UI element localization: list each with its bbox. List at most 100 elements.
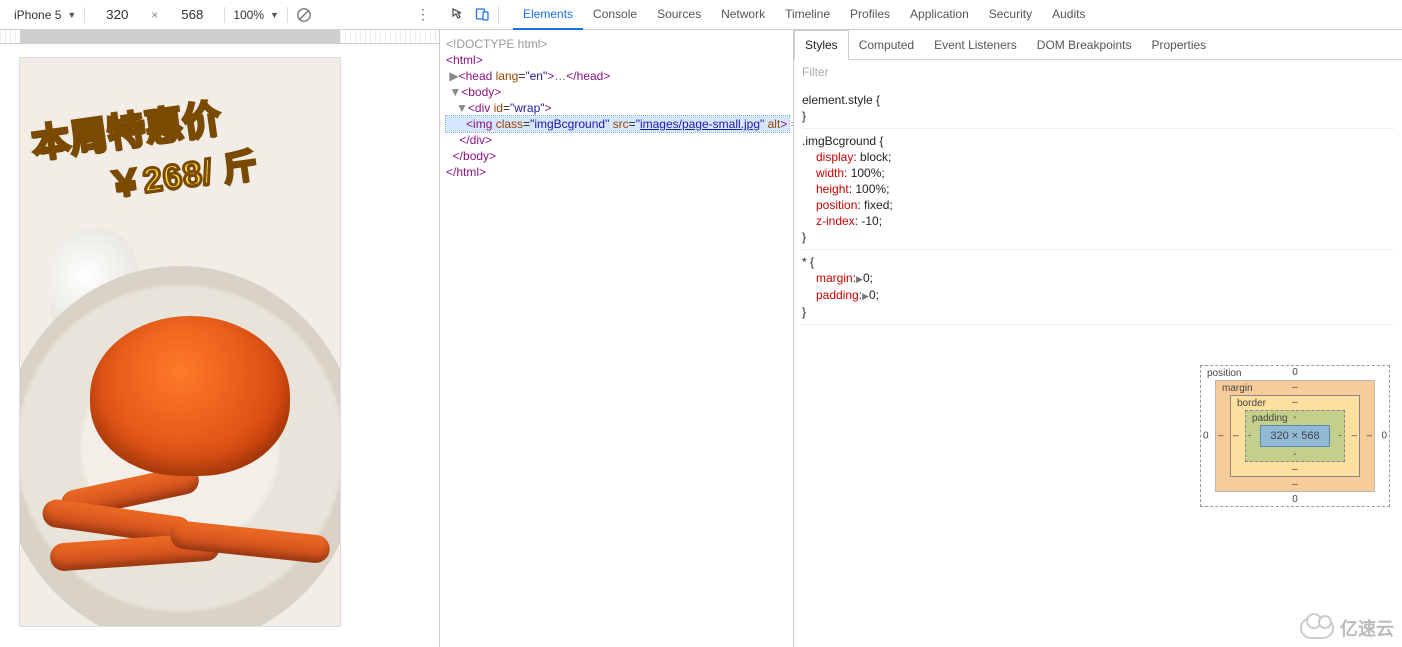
- tab-styles[interactable]: Styles: [794, 30, 849, 60]
- tab-dom-breakpoints[interactable]: DOM Breakpoints: [1027, 30, 1142, 59]
- tab-audits[interactable]: Audits: [1042, 0, 1095, 30]
- tab-elements[interactable]: Elements: [513, 0, 583, 30]
- rule-close: }: [802, 229, 1394, 245]
- dom-tree[interactable]: <!DOCTYPE html> <html> ▶<head lang="en">…: [440, 30, 794, 647]
- box-label: padding: [1252, 413, 1288, 424]
- styles-tabs: Styles Computed Event Listeners DOM Brea…: [794, 30, 1402, 60]
- width-input[interactable]: [93, 6, 141, 24]
- separator: [224, 7, 225, 23]
- dom-body-open[interactable]: ▼<body>: [446, 84, 789, 100]
- rule-imgbcground[interactable]: .imgBcground { display: block; width: 10…: [802, 129, 1394, 250]
- dom-body-close[interactable]: </body>: [446, 148, 789, 164]
- dom-doctype[interactable]: <!DOCTYPE html>: [446, 37, 547, 51]
- dimensions: ×: [87, 6, 222, 24]
- tab-computed[interactable]: Computed: [849, 30, 924, 59]
- box-value: –: [1218, 431, 1224, 442]
- devtools: Elements Console Sources Network Timelin…: [440, 0, 1402, 647]
- box-value: –: [1292, 464, 1298, 475]
- rule-close: }: [802, 108, 1394, 124]
- filter-input[interactable]: [794, 60, 1402, 84]
- box-label: position: [1207, 368, 1241, 379]
- rule-selector: element.style {: [802, 92, 1394, 108]
- box-value: 0: [1203, 431, 1209, 442]
- inspect-icon[interactable]: [446, 3, 470, 27]
- box-label: border: [1237, 398, 1266, 409]
- box-value: –: [1366, 431, 1372, 442]
- rule-selector: .imgBcground {: [802, 133, 1394, 149]
- css-prop[interactable]: height: 100%;: [802, 181, 1394, 197]
- box-value: -: [1293, 449, 1296, 460]
- box-value: -: [1339, 431, 1342, 442]
- dom-img-selected[interactable]: <img class="imgBcground" src="images/pag…: [446, 116, 789, 132]
- box-value: –: [1233, 431, 1239, 442]
- styles-filter: [794, 60, 1402, 84]
- styles-pane: Styles Computed Event Listeners DOM Brea…: [794, 30, 1402, 647]
- dom-div-close[interactable]: </div>: [446, 132, 789, 148]
- box-value: -: [1248, 431, 1251, 442]
- separator: [84, 7, 85, 23]
- dom-html-close[interactable]: </html>: [446, 164, 789, 180]
- height-input[interactable]: [168, 6, 216, 24]
- box-model[interactable]: position 0 0 0 0 margin – – – – border –: [1200, 365, 1390, 507]
- zoom-select[interactable]: 100% ▼: [227, 8, 285, 22]
- box-label: margin: [1222, 383, 1253, 394]
- crab-image: [90, 316, 290, 476]
- tab-console[interactable]: Console: [583, 0, 647, 30]
- rule-star[interactable]: * { margin:▶0; padding:▶0; }: [802, 250, 1394, 325]
- separator: [287, 7, 288, 23]
- device-frame[interactable]: 本周特惠价 ￥268/ 斤: [20, 58, 340, 626]
- tab-properties[interactable]: Properties: [1141, 30, 1216, 59]
- rotate-icon[interactable]: [290, 7, 318, 23]
- css-prop[interactable]: z-index: -10;: [802, 213, 1394, 229]
- device-select[interactable]: iPhone 5 ▼: [8, 8, 82, 22]
- css-prop[interactable]: padding:▶0;: [802, 287, 1394, 304]
- devtools-body: <!DOCTYPE html> <html> ▶<head lang="en">…: [440, 30, 1402, 647]
- box-value: 0: [1381, 431, 1387, 442]
- box-border: border – – – – padding - - - - 32: [1230, 395, 1360, 477]
- dom-wrap[interactable]: ▼<div id="wrap">: [446, 100, 789, 116]
- rule-close: }: [802, 304, 1394, 320]
- css-prop[interactable]: position: fixed;: [802, 197, 1394, 213]
- device-name: iPhone 5: [14, 8, 61, 22]
- tab-network[interactable]: Network: [711, 0, 775, 30]
- box-margin: margin – – – – border – – – – padding: [1215, 380, 1375, 492]
- devtools-toolbar: Elements Console Sources Network Timelin…: [440, 0, 1402, 30]
- tab-event-listeners[interactable]: Event Listeners: [924, 30, 1027, 59]
- rule-selector: * {: [802, 254, 1394, 270]
- dom-html-open[interactable]: <html>: [446, 52, 789, 68]
- cloud-icon: [1300, 617, 1334, 639]
- css-prop[interactable]: width: 100%;: [802, 165, 1394, 181]
- ruler: [0, 30, 440, 44]
- watermark-text: 亿速云: [1340, 615, 1394, 641]
- dimension-x: ×: [147, 8, 162, 22]
- box-value: –: [1292, 382, 1298, 393]
- box-padding: padding - - - - 320 × 568: [1245, 410, 1345, 462]
- css-prop[interactable]: margin:▶0;: [802, 270, 1394, 287]
- box-value: –: [1292, 479, 1298, 490]
- box-value: -: [1293, 412, 1296, 423]
- viewport-pane: 本周特惠价 ￥268/ 斤: [0, 30, 440, 647]
- promo-text: 本周特惠价 ￥268/ 斤: [28, 83, 261, 217]
- css-prop[interactable]: display: block;: [802, 149, 1394, 165]
- tab-security[interactable]: Security: [979, 0, 1042, 30]
- box-value: 0: [1292, 367, 1298, 378]
- dom-head[interactable]: ▶<head lang="en">…</head>: [446, 68, 789, 84]
- separator: [498, 6, 499, 24]
- rule-element-style[interactable]: element.style { }: [802, 88, 1394, 129]
- zoom-value: 100%: [233, 8, 264, 22]
- tab-timeline[interactable]: Timeline: [775, 0, 840, 30]
- chevron-down-icon: ▼: [67, 10, 76, 20]
- tab-application[interactable]: Application: [900, 0, 979, 30]
- box-value: 0: [1292, 494, 1298, 505]
- box-value: –: [1351, 431, 1357, 442]
- tab-profiles[interactable]: Profiles: [840, 0, 900, 30]
- kebab-menu-icon[interactable]: ⋮: [416, 6, 430, 23]
- box-value: –: [1292, 397, 1298, 408]
- chevron-down-icon: ▼: [270, 10, 279, 20]
- box-content: 320 × 568: [1260, 425, 1330, 447]
- box-position: position 0 0 0 0 margin – – – – border –: [1200, 365, 1390, 507]
- watermark: 亿速云: [1300, 615, 1394, 641]
- tab-sources[interactable]: Sources: [647, 0, 711, 30]
- devtools-tabs: Elements Console Sources Network Timelin…: [513, 0, 1095, 30]
- device-mode-icon[interactable]: [470, 3, 494, 27]
